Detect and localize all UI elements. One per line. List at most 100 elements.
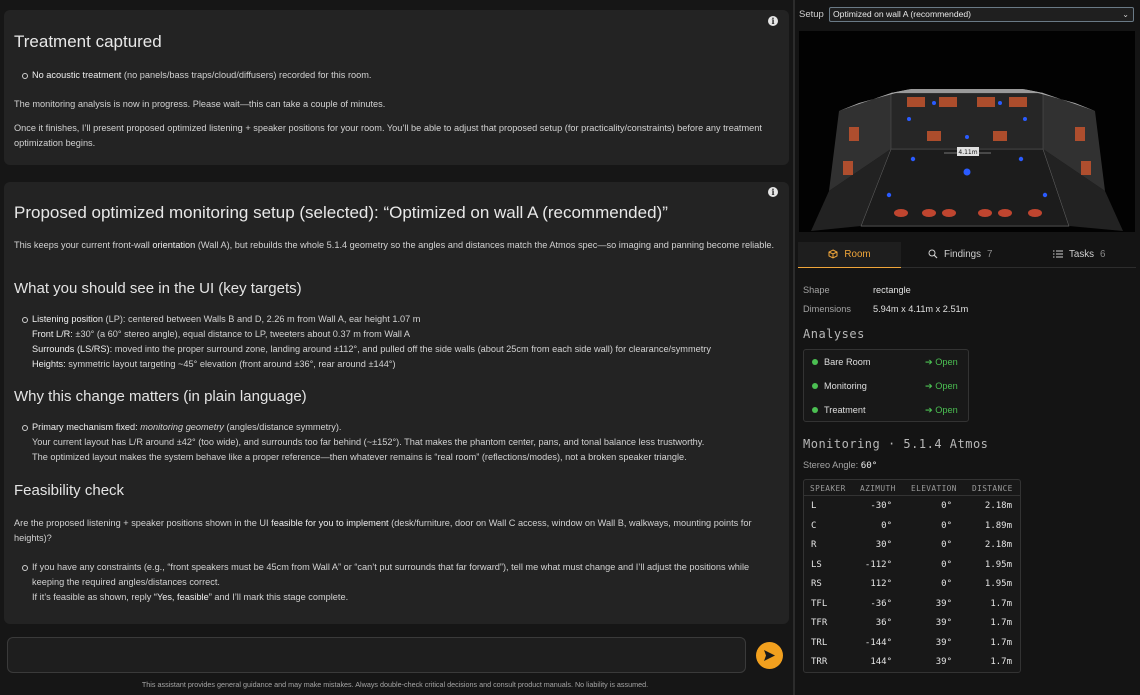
- table-cell: 39°: [935, 657, 952, 667]
- table-cell: -144°: [864, 637, 892, 648]
- setup-select[interactable]: Optimized on wall A (recommended) ⌄: [829, 7, 1134, 22]
- table-cell: R: [811, 540, 817, 550]
- table-row: R 30° 0° 2.18m: [804, 535, 1020, 555]
- table-row: L -30° 0° 2.18m: [804, 496, 1020, 516]
- table-cell: 1.95m: [984, 559, 1012, 570]
- table-row: RS 112° 0° 1.95m: [804, 574, 1020, 594]
- room-panel: Setup Optimized on wall A (recommended) …: [795, 0, 1140, 695]
- table-cell: 0°: [941, 501, 952, 511]
- paragraph: The monitoring analysis is now in progre…: [14, 99, 386, 109]
- table-header: SPEAKER AZIMUTH ELEVATION DISTANCE: [804, 480, 1020, 496]
- table-cell: C: [811, 520, 817, 531]
- status-dot: [812, 359, 818, 365]
- message-title: Proposed optimized monitoring setup (sel…: [14, 203, 668, 222]
- list-item: Heights: symmetric layout targeting ~45°…: [32, 359, 396, 369]
- disclaimer-text: This assistant provides general guidance…: [141, 680, 649, 689]
- table-cell: RS: [811, 579, 822, 589]
- tab-findings[interactable]: Findings 7: [928, 242, 1033, 268]
- send-button[interactable]: [756, 642, 783, 669]
- table-row: TFL -36° 39° 1.7m: [804, 594, 1020, 614]
- dimensions-value: 5.94m x 4.11m x 2.51m: [873, 304, 969, 314]
- table-cell: 0°: [941, 559, 952, 570]
- table-cell: 2.18m: [984, 540, 1012, 550]
- section-heading: Why this change matters (in plain langua…: [14, 388, 307, 405]
- table-cell: TRL: [811, 637, 828, 648]
- list-item: Primary mechanism fixed: monitoring geom…: [22, 420, 777, 435]
- table-cell: 1.7m: [990, 618, 1012, 628]
- table-cell: LS: [811, 559, 822, 570]
- table-cell: 36°: [875, 618, 892, 628]
- table-cell: 1.7m: [990, 637, 1012, 648]
- paragraph: This keeps your current front-wall orien…: [14, 240, 775, 250]
- list-item: Your current layout has L/R around ±42° …: [32, 437, 705, 447]
- open-link[interactable]: ➔ Open: [925, 374, 958, 398]
- dimension-label: 4.11m: [958, 149, 977, 156]
- table-cell: TFL: [811, 598, 828, 609]
- table-cell: L: [811, 501, 817, 511]
- table-cell: -36°: [870, 598, 892, 609]
- shape-value: rectangle: [873, 285, 911, 295]
- table-row: C 0° 0° 1.89m: [804, 516, 1020, 536]
- list-item: The optimized layout makes the system be…: [32, 452, 687, 462]
- table-row: LS -112° 0° 1.95m: [804, 555, 1020, 575]
- list-icon: [1053, 250, 1063, 258]
- panel-tabs: Room Findings 7 Tasks 6: [798, 242, 1136, 268]
- table-cell: 112°: [870, 579, 892, 589]
- table-cell: -112°: [864, 559, 892, 570]
- table-cell: 39°: [935, 618, 952, 628]
- search-icon: [928, 249, 938, 259]
- analyses-list: Bare Room ➔ Open Monitoring ➔ Open Treat…: [803, 349, 969, 422]
- info-icon[interactable]: i: [768, 187, 778, 197]
- list-item: No acoustic treatment (no panels/bass tr…: [22, 68, 777, 83]
- table-cell: 39°: [935, 598, 952, 609]
- table-cell: -30°: [870, 501, 892, 511]
- setup-label: Setup: [799, 9, 824, 20]
- shape-label: Shape: [803, 285, 830, 295]
- chat-panel: i Treatment captured No acoustic treatme…: [0, 0, 793, 695]
- analysis-row-monitoring: Monitoring ➔ Open: [804, 374, 970, 398]
- open-link[interactable]: ➔ Open: [925, 350, 958, 374]
- analysis-row-bare-room: Bare Room ➔ Open: [804, 350, 970, 374]
- table-cell: 1.7m: [990, 598, 1012, 609]
- table-cell: 0°: [941, 579, 952, 589]
- table-cell: 1.89m: [984, 520, 1012, 531]
- message-title: Treatment captured: [14, 32, 162, 51]
- section-heading: Feasibility check: [14, 482, 125, 499]
- info-icon[interactable]: i: [768, 16, 778, 26]
- table-cell: 2.18m: [984, 501, 1012, 511]
- table-row: TRR 144° 39° 1.7m: [804, 652, 1020, 672]
- message-input[interactable]: [7, 637, 746, 673]
- table-row: TFR 36° 39° 1.7m: [804, 613, 1020, 633]
- room-3d-viewport[interactable]: 4.11m: [799, 31, 1135, 232]
- message-card-proposal: i Proposed optimized monitoring setup (s…: [4, 182, 789, 624]
- table-cell: 39°: [935, 637, 952, 648]
- cube-icon: [828, 249, 838, 259]
- chevron-down-icon: ⌄: [1122, 10, 1129, 19]
- room-3d-render: 4.11m: [811, 89, 1123, 231]
- section-heading: What you should see in the UI (key targe…: [14, 280, 302, 297]
- status-dot: [812, 383, 818, 389]
- list-item: If it’s feasible as shown, reply “Yes, f…: [32, 592, 349, 602]
- table-cell: 0°: [881, 520, 892, 531]
- tab-tasks[interactable]: Tasks 6: [1053, 242, 1133, 268]
- list-item: Listening position (LP): centered betwee…: [22, 312, 777, 327]
- table-cell: 1.7m: [990, 657, 1012, 667]
- table-row: TRL -144° 39° 1.7m: [804, 633, 1020, 653]
- paragraph: Are the proposed listening + speaker pos…: [14, 518, 752, 543]
- dimensions-label: Dimensions: [803, 304, 851, 314]
- send-icon: [764, 650, 775, 661]
- table-cell: 1.95m: [984, 579, 1012, 589]
- table-cell: TFR: [811, 618, 828, 628]
- status-dot: [812, 407, 818, 413]
- table-cell: 0°: [941, 540, 952, 550]
- table-cell: 144°: [870, 657, 892, 667]
- table-cell: 0°: [941, 520, 952, 531]
- message-card-treatment: i Treatment captured No acoustic treatme…: [4, 10, 789, 165]
- analyses-title: Analyses: [803, 327, 865, 341]
- monitoring-title: Monitoring · 5.1.4 Atmos: [803, 437, 989, 451]
- open-link[interactable]: ➔ Open: [925, 398, 958, 422]
- stereo-angle: Stereo Angle: 60°: [803, 460, 878, 471]
- list-item: Surrounds (LS/RS): moved into the proper…: [32, 344, 711, 354]
- tab-room[interactable]: Room: [798, 242, 901, 268]
- list-item: Front L/R: ±30° (a 60° stereo angle), eq…: [32, 329, 411, 339]
